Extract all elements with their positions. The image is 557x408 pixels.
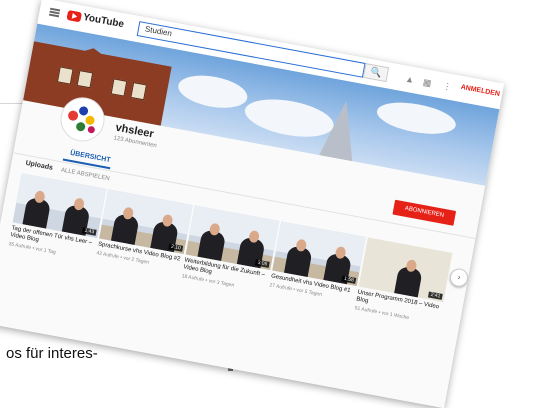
logo-dot: [78, 105, 89, 117]
search-button[interactable]: 🔍: [362, 63, 390, 83]
subscribe-button[interactable]: ABONNIEREN: [392, 199, 457, 226]
search-icon: 🔍: [369, 66, 383, 79]
video-card[interactable]: 2:41 Unser Programm 2018 – Video Blog 51…: [354, 237, 453, 326]
youtube-wordmark[interactable]: YouTube: [82, 12, 125, 30]
video-card[interactable]: 2:10 Sprachkurse vhs Video Blog #2 42 Au…: [96, 189, 193, 272]
logo-dot: [84, 115, 96, 126]
article-text-fragment: os für interes-: [6, 345, 98, 362]
apps-icon[interactable]: ▦: [422, 77, 432, 89]
youtube-logo-icon[interactable]: [66, 9, 83, 23]
building-window: [56, 66, 74, 85]
sign-in-button[interactable]: ANMELDEN: [460, 84, 500, 98]
video-card[interactable]: 1:58 Gesundheit vhs Video Blog #1 27 Auf…: [269, 221, 366, 304]
menu-icon[interactable]: [48, 7, 61, 18]
logo-dot: [75, 121, 86, 132]
video-card[interactable]: 1:43 Tag der offenen Tür vhs Leer – Vide…: [8, 173, 107, 262]
more-icon[interactable]: ⋮: [442, 81, 453, 93]
video-duration: 2:41: [428, 291, 443, 300]
building-window: [130, 82, 147, 101]
building-window: [110, 78, 128, 97]
banner-cloud: [175, 70, 250, 113]
next-arrow-button[interactable]: ›: [448, 267, 470, 289]
section-title: Uploads: [24, 159, 54, 172]
building-window: [76, 70, 94, 89]
search-value: Studien: [144, 24, 173, 39]
logo-dot: [87, 125, 96, 134]
chevron-right-icon: ›: [456, 272, 462, 282]
upload-icon[interactable]: ▲: [404, 74, 415, 85]
banner-cloud: [374, 97, 459, 140]
logo-dot: [67, 109, 79, 122]
video-card[interactable]: 3:05 Weiterbildung für die Zukunft – Vid…: [181, 205, 280, 294]
